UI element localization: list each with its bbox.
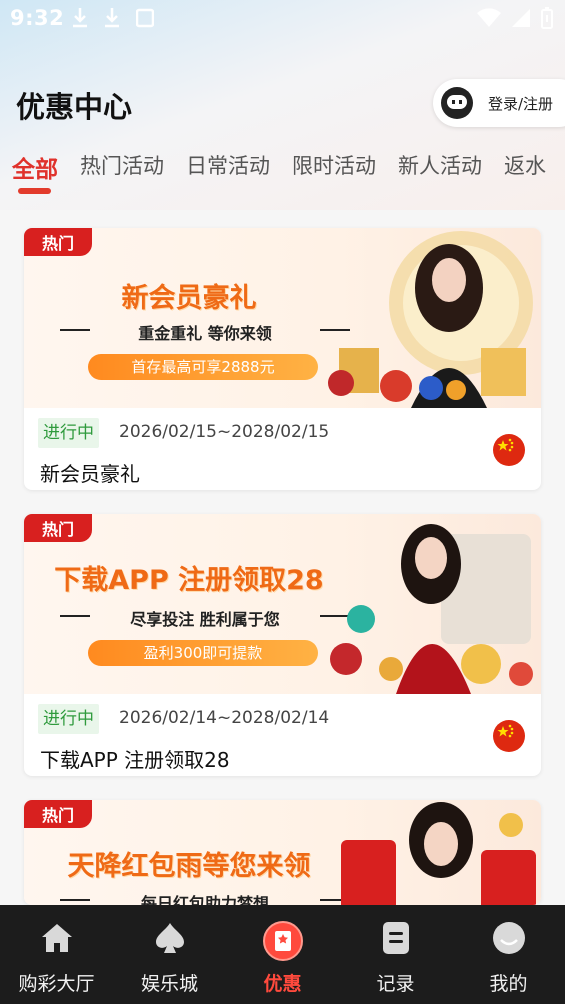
nav-profile[interactable]: 我的 [452,905,565,1004]
wifi-icon [477,8,501,27]
login-register-label: 登录/注册 [488,94,554,113]
promotion-banner[interactable]: 热门 下载APP 注册领取28 尽享投注 胜利属于您 盈利300即可提款 [24,514,541,694]
avatar-icon [441,87,473,119]
category-tabs: 全部 热门活动 日常活动 限时活动 新人活动 返水 [12,150,565,184]
promotion-date-range: 2026/02/15~2028/02/15 [119,422,330,442]
hot-tag: 热门 [24,228,92,256]
promotion-card[interactable]: 热门 下载APP 注册领取28 尽享投注 胜利属于您 盈利300即可提款 进行中… [24,514,541,776]
banner-highlight: 首存最高可享2888元 [88,354,318,380]
tab-newcomer[interactable]: 新人活动 [398,150,482,184]
nav-records[interactable]: 记录 [339,905,452,1004]
promotion-banner[interactable]: 热门 天降红包雨等您来领 每日红包助力梦想 [24,800,541,905]
promotion-illustration [341,802,536,905]
nav-promotions[interactable]: 优惠 [226,905,339,1004]
download-icon [105,8,119,28]
document-icon [382,922,409,954]
tab-hot[interactable]: 热门活动 [80,150,164,184]
nav-casino[interactable]: 娱乐城 [113,905,226,1004]
nav-label: 优惠 [263,973,302,995]
nav-label: 我的 [489,973,528,995]
screenshot-icon [136,8,154,28]
status-notification-icons [72,8,154,28]
china-flag-icon [493,434,525,466]
promotion-card[interactable]: 热门 新会员豪礼 重金重礼 等你来领 首存最高可享2888元 进行中 2026/… [24,228,541,490]
download-icon [73,8,87,28]
tab-all[interactable]: 全部 [12,150,58,184]
tab-rebate[interactable]: 返水 [504,150,546,184]
nav-label: 购彩大厅 [18,973,95,995]
tab-daily[interactable]: 日常活动 [186,150,270,184]
nav-label: 记录 [376,973,415,995]
banner-subtitle: 每日红包助力梦想 [60,890,350,905]
promotion-name: 新会员豪礼 [40,462,140,486]
china-flag-icon [493,720,525,752]
banner-title: 下载APP 注册领取28 [54,565,324,596]
home-icon [41,924,72,952]
status-bar: 9:32 [0,0,565,40]
promotion-name: 下载APP 注册领取28 [40,748,230,772]
promotion-banner[interactable]: 热门 新会员豪礼 重金重礼 等你来领 首存最高可享2888元 [24,228,541,408]
banner-title: 天降红包雨等您来领 [67,851,311,882]
profile-icon [492,922,525,954]
bottom-navigation: 购彩大厅 娱乐城 优惠 记录 我的 [0,905,565,1004]
signal-icon [512,9,530,27]
promotion-date-range: 2026/02/14~2028/02/14 [119,708,330,728]
battery-icon [541,7,553,29]
status-system-icons [477,7,553,29]
promotion-info: 进行中 2026/02/14~2028/02/14 下载APP 注册领取28 [24,694,541,776]
status-badge: 进行中 [38,418,99,448]
promotion-info: 进行中 2026/02/15~2028/02/15 新会员豪礼 [24,408,541,490]
status-badge: 进行中 [38,704,99,734]
active-tab-indicator [18,188,51,194]
page-title: 优惠中心 [16,90,133,124]
promotion-illustration [328,231,533,408]
hot-tag: 热门 [24,514,92,542]
banner-subtitle: 尽享投注 胜利属于您 [60,606,350,630]
banner-subtitle: 重金重礼 等你来领 [60,320,350,344]
promotion-card[interactable]: 热门 天降红包雨等您来领 每日红包助力梦想 [24,800,541,905]
hot-tag: 热门 [24,800,92,828]
nav-label: 娱乐城 [140,973,198,995]
promotion-illustration [330,524,533,694]
gift-icon [262,921,303,961]
spade-icon [155,923,184,953]
nav-lottery-hall[interactable]: 购彩大厅 [0,905,113,1004]
banner-title: 新会员豪礼 [121,283,257,314]
banner-highlight: 盈利300即可提款 [88,640,318,666]
login-register-button[interactable]: 登录/注册 [433,79,565,127]
status-time: 9:32 [10,6,65,30]
tab-limited[interactable]: 限时活动 [292,150,376,184]
